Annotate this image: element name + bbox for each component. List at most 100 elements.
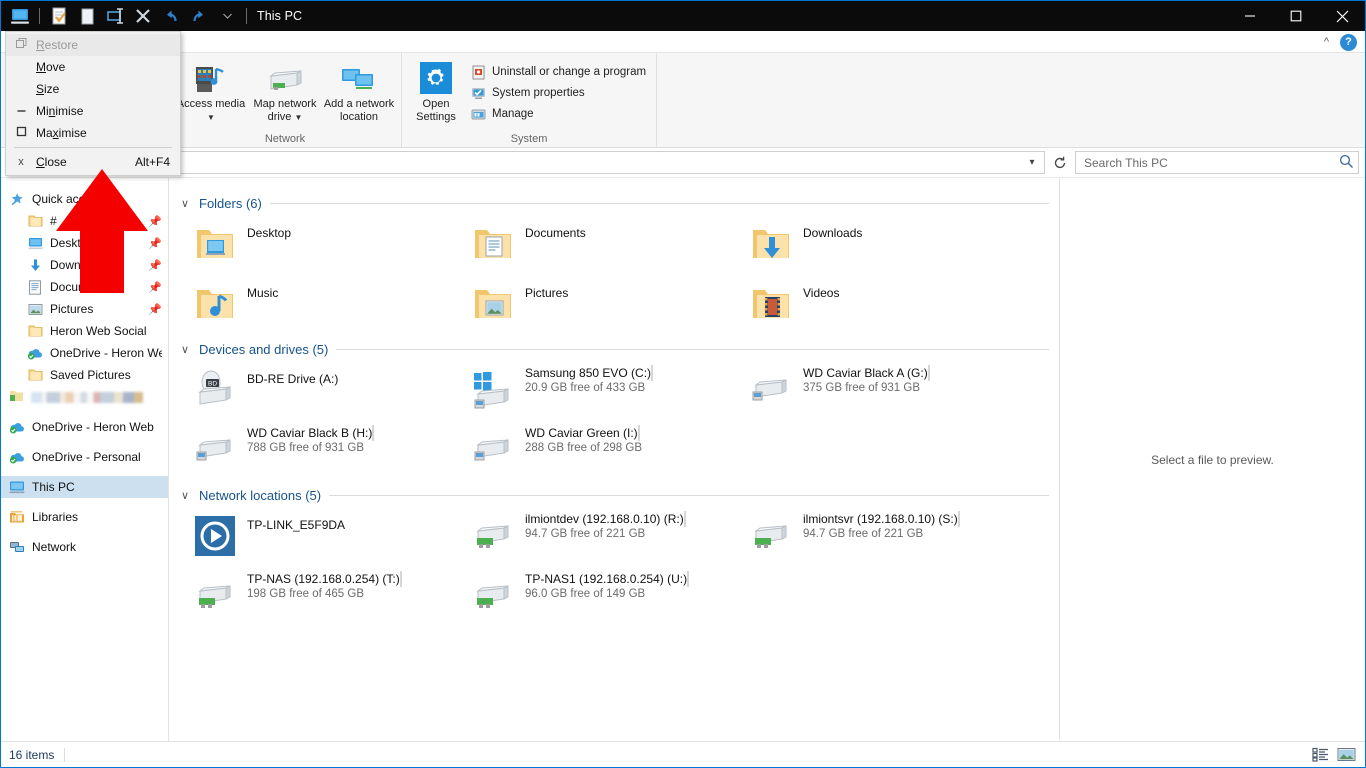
bd-re-drive-icon: BD [191,366,239,414]
list-item[interactable]: Documents [465,214,743,274]
section-rule [269,202,1049,204]
list-item[interactable]: Desktop [187,214,465,274]
customize-qat-icon[interactable] [214,4,240,28]
sidebar-item-this-pc[interactable]: This PC [1,476,168,498]
search-icon[interactable] [1339,154,1354,172]
menu-item-minimise[interactable]: Minimise [6,100,180,122]
chevron-down-icon[interactable]: ∨ [179,343,191,356]
sidebar-item-onedrive-heron-we[interactable]: OneDrive - Heron We [1,342,168,364]
view-toggle-buttons [1309,745,1357,765]
list-item[interactable]: TP-LINK_E5F9DA [187,506,465,566]
properties-icon[interactable] [46,4,72,28]
refresh-icon[interactable] [1049,151,1071,174]
list-item[interactable]: WD Caviar Black B (H:) 788 GB free of 93… [187,420,465,480]
network-locations-tiles: TP-LINK_E5F9DA ilmiontdev (192.168.0.10)… [179,506,1049,626]
menu-item-restore[interactable]: Restore [6,34,180,56]
breadcrumb-bar[interactable]: C › ▾ [107,151,1045,174]
pin-icon[interactable]: 📌 [148,215,162,228]
menu-item-size[interactable]: Size [6,78,180,100]
hard-drive-icon [747,366,795,414]
libraries-icon [9,509,25,525]
menu-item-label: Restore [36,38,79,52]
sidebar-gap-5 [1,528,168,536]
list-item[interactable]: WD Caviar Black A (G:) 375 GB free of 93… [743,360,1021,420]
map-network-drive-button[interactable]: Map network drive ▼ [249,57,321,124]
pin-icon[interactable]: 📌 [148,303,162,316]
list-item[interactable]: Samsung 850 EVO (C:) 20.9 GB free of 433… [465,360,743,420]
list-item[interactable]: TP-NAS (192.168.0.254) (T:) 198 GB free … [187,566,465,626]
capacity-meter [399,571,402,587]
list-item-body: Samsung 850 EVO (C:) 20.9 GB free of 433… [525,365,739,394]
list-item-body: Videos [803,280,1017,300]
menu-item-label: Close [36,155,67,169]
sidebar-item-pictures[interactable]: Pictures 📌 [1,298,168,320]
new-folder-icon[interactable] [74,4,100,28]
redo-icon[interactable] [186,4,212,28]
list-item[interactable]: Pictures [465,274,743,334]
list-item[interactable]: Downloads [743,214,1021,274]
rename-icon[interactable] [102,4,128,28]
list-item[interactable]: ilmiontsvr (192.168.0.10) (S:) 94.7 GB f… [743,506,1021,566]
pin-icon[interactable]: 📌 [148,259,162,272]
chevron-down-icon[interactable]: ∨ [179,197,191,210]
this-pc-icon[interactable] [7,4,33,28]
pin-icon[interactable]: 📌 [148,237,162,250]
sidebar-item-heron-web-social[interactable]: Heron Web Social [1,320,168,342]
system-menu[interactable]: Restore Move Size Minimise Maximise x Cl… [5,31,181,176]
collapse-ribbon-icon[interactable]: ^ [1319,36,1334,48]
capacity-text: 96.0 GB free of 149 GB [525,588,646,600]
list-item-body: Documents [525,220,739,240]
sidebar-item-network[interactable]: Network [1,536,168,558]
menu-item-move[interactable]: Move [6,56,180,78]
manage-button[interactable]: Manage [466,105,650,123]
window-controls [1227,1,1365,31]
chevron-down-icon[interactable]: ▾ [1022,157,1042,168]
large-icons-view-icon[interactable] [1335,745,1357,765]
section-header-network-locations[interactable]: ∨ Network locations (5) [179,484,1049,506]
list-item[interactable]: TP-NAS1 (192.168.0.254) (U:) 96.0 GB fre… [465,566,743,626]
sidebar-item-redacted[interactable] [1,386,168,408]
onedrive-icon [9,449,25,465]
list-item[interactable]: ilmiontdev (192.168.0.10) (R:) 94.7 GB f… [465,506,743,566]
manage-icon [470,106,486,122]
list-item[interactable]: WD Caviar Green (I:) 288 GB free of 298 … [465,420,743,480]
file-list-pane[interactable]: ∨ Folders (6) Desktop Documents Download… [169,178,1059,741]
section-rule [329,494,1049,496]
sidebar-item-onedrive-heron-web[interactable]: OneDrive - Heron Web [1,416,168,438]
menu-item-maximise[interactable]: Maximise [6,122,180,144]
folder-icon [27,367,43,383]
section-header-folders[interactable]: ∨ Folders (6) [179,192,1049,214]
menu-item-accelerator: Alt+F4 [134,155,170,169]
chevron-down-icon[interactable]: ∨ [179,489,191,502]
system-properties-button[interactable]: System properties [466,84,650,102]
minimise-button[interactable] [1227,1,1273,31]
list-item-name: Music [247,286,279,300]
section-rule [336,348,1049,350]
uninstall-program-button[interactable]: Uninstall or change a program [466,63,650,81]
add-network-location-button[interactable]: Add a network location [323,57,395,124]
delete-icon[interactable] [130,4,156,28]
search-box[interactable] [1075,151,1359,174]
help-icon[interactable]: ? [1340,33,1357,51]
maximise-button[interactable] [1273,1,1319,31]
search-input[interactable] [1084,155,1339,170]
section-header-devices[interactable]: ∨ Devices and drives (5) [179,338,1049,360]
details-view-icon[interactable] [1309,745,1331,765]
section-title: Devices and drives (5) [199,341,329,357]
sidebar-item-onedrive-personal[interactable]: OneDrive - Personal [1,446,168,468]
documents-icon [27,279,43,295]
close-button[interactable] [1319,1,1365,31]
list-item[interactable]: Music [187,274,465,334]
list-item[interactable]: BD BD-RE Drive (A:) [187,360,465,420]
pin-icon[interactable]: 📌 [148,281,162,294]
undo-icon[interactable] [158,4,184,28]
sidebar-item-libraries[interactable]: Libraries [1,506,168,528]
capacity-text: 375 GB free of 931 GB [803,382,920,394]
qat-separator-1 [39,8,40,24]
chevron-down-icon: ▼ [207,113,215,122]
open-settings-button[interactable]: Open Settings [408,57,464,124]
access-media-button[interactable]: Access media ▼ [175,57,247,124]
sidebar-item-saved-pictures[interactable]: Saved Pictures [1,364,168,386]
ribbon-right-controls: ^ ? [1319,31,1361,53]
list-item[interactable]: Videos [743,274,1021,334]
